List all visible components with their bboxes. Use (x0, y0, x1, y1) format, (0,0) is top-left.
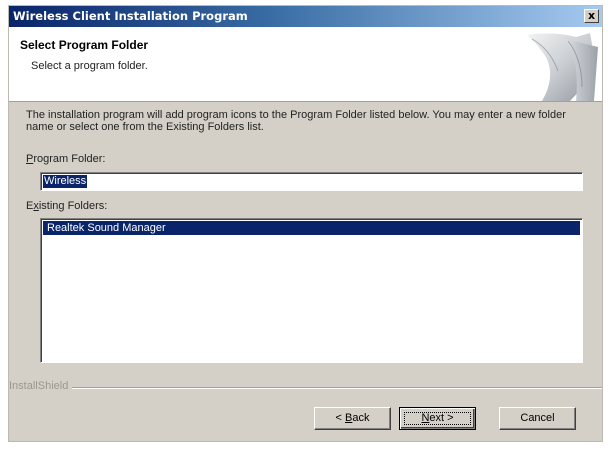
next-button[interactable]: Next > (399, 407, 476, 430)
program-folder-value: Wireless (43, 175, 88, 188)
page-title: Select Program Folder (20, 38, 149, 52)
close-button[interactable]: x (584, 9, 599, 23)
existing-folders-label: Existing Folders: (26, 200, 108, 212)
installshield-brand: InstallShield (9, 380, 73, 392)
cancel-button[interactable]: Cancel (499, 407, 576, 430)
instructions-text: The installation program will add progra… (26, 109, 566, 133)
title-bar[interactable]: Wireless Client Installation Program x (9, 6, 602, 27)
list-item[interactable]: Realtek Sound Manager (43, 221, 580, 235)
program-folder-input[interactable]: Wireless (40, 172, 583, 191)
divider (9, 387, 602, 389)
wizard-header: Select Program Folder Select a program f… (9, 27, 602, 102)
installer-dialog: Wireless Client Installation Program x S… (8, 5, 603, 442)
close-icon: x (587, 9, 596, 22)
back-button[interactable]: < Back (314, 407, 391, 430)
program-folder-label: Program Folder: (26, 153, 106, 165)
page-subtitle: Select a program folder. (31, 60, 148, 72)
installshield-banner-icon (472, 27, 602, 101)
window-title: Wireless Client Installation Program (13, 9, 248, 23)
existing-folders-list[interactable]: Realtek Sound Manager (40, 218, 583, 363)
